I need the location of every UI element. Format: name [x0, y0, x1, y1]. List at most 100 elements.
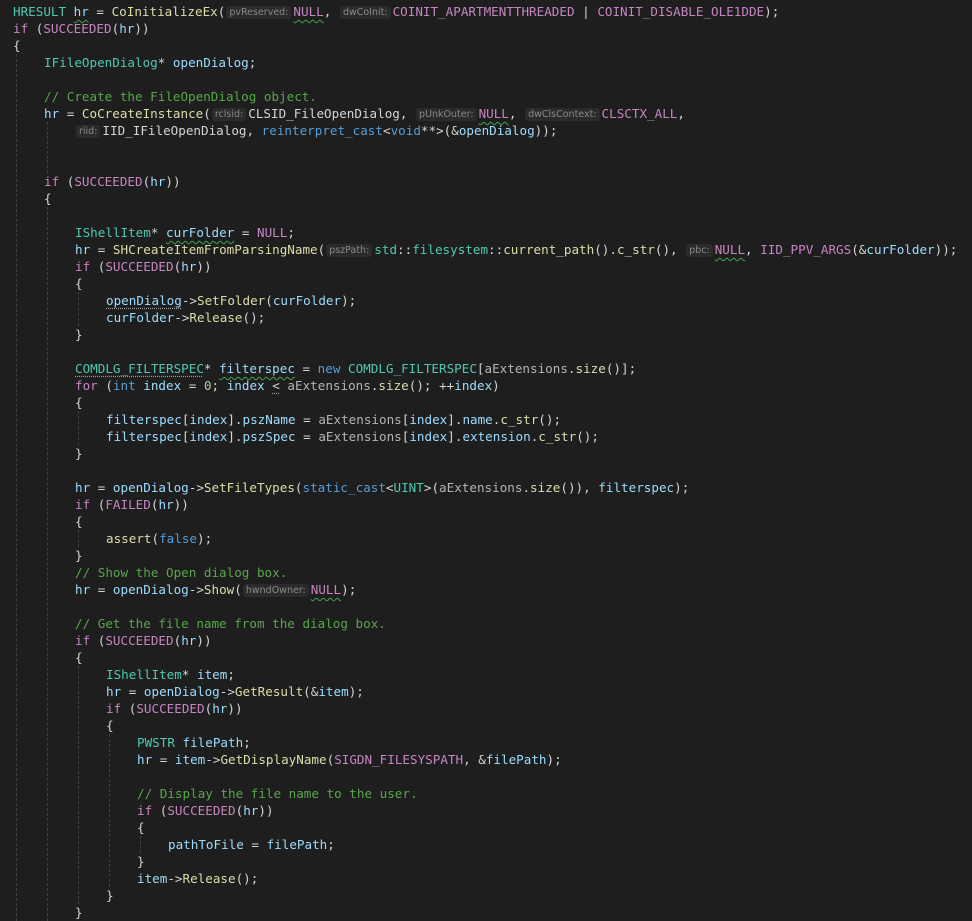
code-line: IShellItem* curFolder = NULL; — [75, 224, 295, 241]
code-token: (& — [851, 242, 867, 257]
code-line: hr = CoCreateInstance(rclsid: CLSID_FileO… — [44, 105, 685, 122]
code-token: hr — [212, 701, 228, 716]
code-token: if — [44, 174, 60, 189]
code-line: { — [137, 819, 145, 836]
code-token: ( — [265, 293, 273, 308]
code-token: = — [121, 684, 144, 699]
indent-guide — [78, 292, 79, 326]
code-token: )); — [934, 242, 958, 257]
code-token: ) — [492, 378, 500, 393]
code-token: ; — [248, 55, 257, 70]
code-token: int — [112, 378, 136, 393]
code-token: { — [106, 718, 114, 733]
code-token: curFolder — [866, 242, 935, 257]
code-token: c_str — [538, 429, 577, 444]
code-token: { — [75, 395, 83, 410]
code-token: item — [197, 667, 228, 682]
code-token: openDialog — [172, 55, 249, 70]
code-token: SUCCEEDED — [136, 701, 205, 716]
code-token: SUCCEEDED — [43, 21, 112, 36]
code-token: openDialog — [112, 480, 189, 495]
code-token: item — [174, 752, 206, 767]
code-token: hr — [44, 106, 60, 121]
code-token: ); — [348, 684, 364, 699]
code-line: item->Release(); — [137, 870, 258, 887]
code-token: hr — [181, 259, 197, 274]
code-token: if — [75, 633, 91, 648]
code-line: { — [44, 190, 52, 207]
code-token: , — [508, 106, 525, 121]
code-token: aExtensions — [484, 361, 568, 376]
inlay-hint: rclsid: — [211, 108, 247, 121]
code-token: * — [203, 361, 220, 376]
code-token: c_str — [616, 242, 655, 257]
code-token: -> — [188, 480, 204, 495]
code-line: filterspec[index].pszName = aExtensions[… — [106, 411, 561, 428]
code-token: CLSCTX_ALL — [601, 106, 678, 121]
code-token: aExtensions — [287, 378, 371, 393]
code-token: filterspec — [106, 429, 182, 444]
code-line: hr = openDialog->GetResult(&item); — [106, 683, 364, 700]
code-token: IID_PPV_ARGS — [760, 242, 852, 257]
code-token: hr — [243, 803, 259, 818]
code-line: PWSTR filePath; — [137, 734, 251, 751]
code-token: -> — [181, 293, 197, 308]
code-token: c_str — [500, 412, 539, 427]
code-token: { — [75, 650, 83, 665]
code-line: { — [75, 275, 83, 292]
code-token: (); ++ — [408, 378, 455, 393]
code-line: COMDLG_FILTERSPEC* filterspec = new COMD… — [75, 360, 636, 377]
code-token: curFolder — [166, 225, 235, 240]
code-token: for — [75, 378, 98, 393]
inlay-hint: riid: — [76, 125, 101, 138]
code-token: } — [75, 327, 83, 342]
code-token: SetFolder — [197, 293, 266, 308]
code-token: ; — [243, 735, 251, 750]
code-token: >( — [423, 480, 440, 495]
code-token: hr — [158, 497, 174, 512]
code-token: * — [181, 667, 197, 682]
code-token: IShellItem — [75, 225, 151, 240]
code-token: openDialog — [458, 123, 535, 138]
code-editor[interactable]: HRESULT hr = CoInitializeEx(pvReserved: N… — [0, 0, 972, 921]
code-token: ); — [764, 4, 780, 19]
code-token: ( — [28, 21, 44, 36]
code-token: ()]; — [605, 361, 637, 376]
code-token: hr — [119, 21, 135, 36]
code-token: ( — [59, 174, 75, 189]
code-token: SHCreateItemFromParsingName — [112, 242, 318, 257]
code-token: size — [575, 361, 606, 376]
inlay-hint: pvReserved: — [226, 6, 292, 19]
code-token: )) — [134, 21, 150, 36]
code-token: index — [454, 378, 493, 393]
code-token: item — [318, 684, 349, 699]
code-line: openDialog->SetFolder(curFolder); — [106, 292, 356, 309]
code-token: :: — [397, 242, 413, 257]
code-comment: // Create the FileOpenDialog object. — [44, 89, 317, 104]
code-token: if — [13, 21, 29, 36]
code-token: ; — [327, 837, 335, 852]
code-token: hr — [106, 684, 122, 699]
code-token: Release — [182, 871, 236, 886]
code-line: } — [137, 853, 145, 870]
code-token: = — [181, 378, 204, 393]
code-token: filePath — [182, 735, 244, 750]
code-token: = — [90, 582, 113, 597]
code-token: **>(& — [420, 123, 459, 138]
code-token: reinterpret_cast — [261, 123, 383, 138]
code-token: NULL — [714, 242, 746, 257]
code-token: filterspec — [598, 480, 675, 495]
code-token: size — [378, 378, 409, 393]
code-token: { — [137, 820, 145, 835]
code-token: filePath — [266, 837, 328, 852]
code-token: (); — [242, 310, 266, 325]
code-token: pszName — [242, 412, 296, 427]
inlay-hint: pUnkOuter: — [416, 108, 477, 121]
inlay-hint: dwClsContext: — [525, 108, 600, 121]
code-token: curFolder — [106, 310, 175, 325]
code-token: hr — [73, 4, 89, 19]
code-token: (), — [654, 242, 686, 257]
code-token: -> — [205, 752, 221, 767]
